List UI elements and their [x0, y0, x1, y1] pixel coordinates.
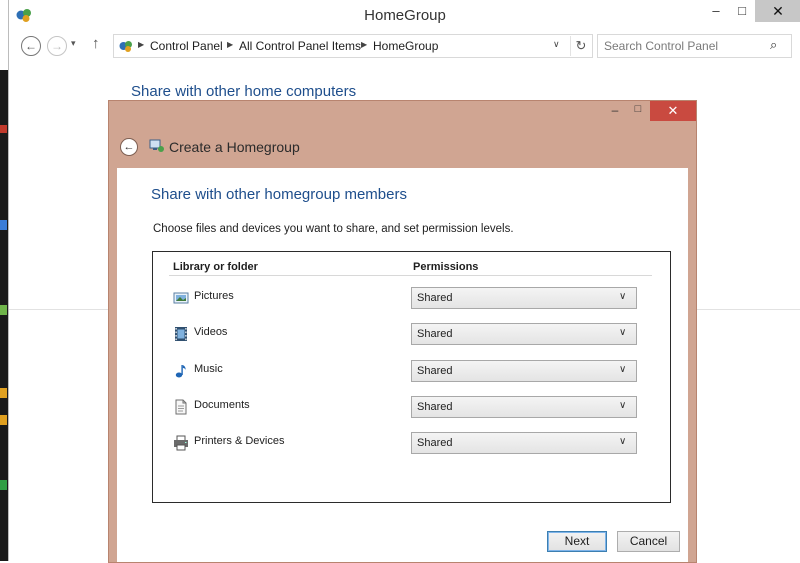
desktop-icon-fragment [0, 220, 7, 230]
permission-value: Shared [417, 292, 453, 304]
permission-value: Shared [417, 437, 453, 449]
address-dropdown-icon[interactable]: ∨ [553, 39, 560, 50]
dialog-minimize-button[interactable]: – [604, 103, 626, 123]
breadcrumb-homegroup[interactable]: HomeGroup [373, 39, 438, 53]
sharing-table: Library or folder Permissions Pictures S… [152, 251, 671, 503]
header-divider [169, 275, 652, 276]
desktop-icon-fragment [0, 480, 7, 490]
chevron-down-icon: ∨ [619, 400, 627, 411]
maximize-button[interactable]: □ [727, 0, 757, 22]
title-bar[interactable]: HomeGroup – □ ✕ [9, 0, 800, 30]
back-button[interactable]: ← [21, 36, 41, 56]
library-label: Documents [194, 399, 250, 411]
music-icon [175, 365, 186, 378]
library-label: Videos [194, 326, 228, 338]
recent-locations-chevron-icon[interactable]: ▾ [71, 38, 76, 49]
instruction-text: Choose files and devices you want to sha… [153, 223, 514, 235]
permission-select[interactable]: Shared ∨ [411, 323, 637, 345]
up-button[interactable]: ↑ [92, 35, 100, 52]
library-label: Music [194, 363, 223, 375]
library-label: Pictures [194, 290, 234, 302]
forward-button[interactable]: → [47, 36, 67, 56]
documents-icon [175, 399, 187, 415]
permission-value: Shared [417, 365, 453, 377]
permission-select[interactable]: Shared ∨ [411, 287, 637, 309]
close-button[interactable]: ✕ [755, 0, 800, 22]
dialog-title: Create a Homegroup [169, 139, 300, 155]
search-icon[interactable]: ⌕ [770, 37, 777, 53]
dialog-back-button[interactable]: ← [120, 138, 138, 156]
page-heading: Share with other home computers [131, 83, 357, 100]
cancel-button[interactable]: Cancel [617, 531, 680, 552]
printer-icon [174, 435, 188, 451]
window-title: HomeGroup [364, 7, 446, 24]
chevron-down-icon: ∨ [619, 291, 627, 302]
search-input[interactable]: Search Control Panel ⌕ [597, 34, 792, 58]
control-panel-icon [119, 41, 132, 52]
chevron-down-icon: ∨ [619, 327, 627, 338]
breadcrumb-separator[interactable]: ▶ [361, 40, 367, 49]
desktop-icon-fragment [0, 125, 7, 133]
breadcrumb-separator: ▶ [138, 40, 145, 49]
breadcrumb-separator[interactable]: ▶ [227, 40, 233, 49]
column-header-permissions: Permissions [413, 261, 479, 273]
permission-select[interactable]: Shared ∨ [411, 360, 637, 382]
address-bar[interactable]: ▶ Control Panel ▶ All Control Panel Item… [113, 34, 593, 58]
dialog-maximize-button[interactable]: □ [627, 103, 649, 123]
permission-select[interactable]: Shared ∨ [411, 396, 637, 418]
homegroup-wizard-icon [149, 139, 164, 152]
dialog-close-button[interactable]: ✕ [650, 101, 696, 121]
column-header-library: Library or folder [173, 261, 258, 273]
refresh-button[interactable]: ↻ [570, 36, 591, 56]
search-placeholder: Search Control Panel [604, 39, 719, 53]
chevron-down-icon: ∨ [619, 436, 627, 447]
permission-value: Shared [417, 328, 453, 340]
chevron-down-icon: ∨ [619, 364, 627, 375]
section-heading: Share with other homegroup members [151, 186, 407, 203]
breadcrumb-control-panel[interactable]: Control Panel [150, 39, 223, 53]
permission-value: Shared [417, 401, 453, 413]
desktop-icon-fragment [0, 388, 7, 398]
library-label: Printers & Devices [194, 435, 285, 447]
permission-select[interactable]: Shared ∨ [411, 432, 637, 454]
dialog-content: Share with other homegroup members Choos… [117, 168, 688, 562]
next-button[interactable]: Next [547, 531, 607, 552]
desktop-background [0, 70, 8, 561]
create-homegroup-dialog: – □ ✕ ← Create a Homegroup Share with ot… [108, 100, 697, 563]
videos-icon [175, 327, 187, 341]
desktop-icon-fragment [0, 305, 7, 315]
breadcrumb-all-items[interactable]: All Control Panel Items [239, 39, 361, 53]
desktop-icon-fragment [0, 415, 7, 425]
pictures-icon [173, 292, 189, 304]
